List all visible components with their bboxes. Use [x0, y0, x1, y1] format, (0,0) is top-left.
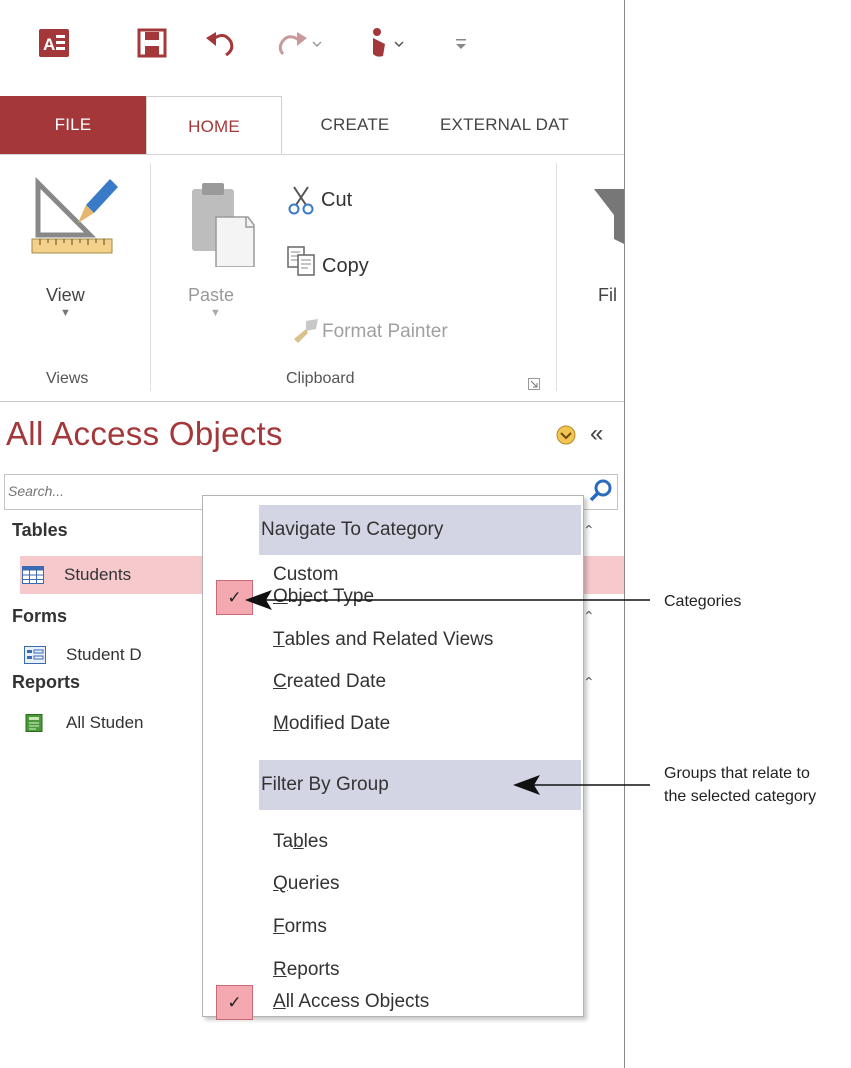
callout-groups-line1: Groups that relate to [664, 765, 810, 782]
callout-arrows [245, 590, 650, 795]
groups-arrow [513, 775, 650, 795]
callout-categories: Categories [664, 593, 742, 610]
categories-arrow [245, 590, 650, 610]
callout-groups-line2: the selected category [664, 788, 817, 805]
